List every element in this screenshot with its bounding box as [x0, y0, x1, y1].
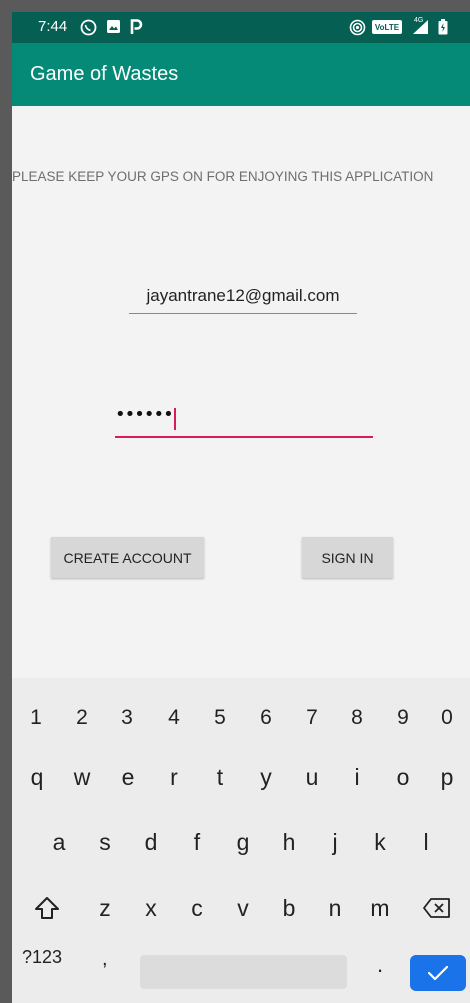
key-n[interactable]: n: [312, 883, 358, 933]
key-q[interactable]: q: [14, 752, 60, 802]
sign-in-button[interactable]: SIGN IN: [302, 537, 393, 578]
password-field[interactable]: ••••••: [115, 404, 373, 438]
key-4[interactable]: 4: [151, 696, 197, 740]
hotspot-icon: [349, 19, 366, 36]
key-o[interactable]: o: [380, 752, 426, 802]
key-0[interactable]: 0: [424, 696, 470, 740]
key-6[interactable]: 6: [243, 696, 289, 740]
key-p[interactable]: p: [424, 752, 470, 802]
password-value: ••••••: [115, 404, 174, 425]
key-u[interactable]: u: [289, 752, 335, 802]
shift-key[interactable]: [22, 884, 72, 932]
text-caret: [173, 408, 176, 430]
key-7[interactable]: 7: [289, 696, 335, 740]
status-bar: 7:44 VoLTE 4G: [12, 12, 470, 43]
paytm-icon: [130, 19, 143, 34]
key-a[interactable]: a: [36, 817, 82, 867]
key-z[interactable]: z: [82, 883, 128, 933]
volte-label: VoLTE: [374, 22, 400, 32]
key-t[interactable]: t: [197, 752, 243, 802]
key-v[interactable]: v: [220, 883, 266, 933]
symbols-key[interactable]: ?123: [22, 947, 62, 968]
battery-icon: [438, 19, 448, 35]
key-w[interactable]: w: [59, 752, 105, 802]
status-time: 7:44: [38, 18, 68, 35]
key-m[interactable]: m: [357, 883, 403, 933]
key-2[interactable]: 2: [59, 696, 105, 740]
soft-keyboard: 1 2 3 4 5 6 7 8 9 0 q w e r t y u i o p …: [12, 678, 470, 1003]
key-r[interactable]: r: [151, 752, 197, 802]
app-title: Game of Wastes: [30, 63, 179, 85]
gallery-icon: [107, 20, 120, 33]
signal-icon: [413, 20, 428, 34]
app-bar: Game of Wastes: [12, 43, 470, 106]
whatsapp-icon: [80, 19, 97, 36]
key-d[interactable]: d: [128, 817, 174, 867]
create-account-button[interactable]: CREATE ACCOUNT: [51, 537, 204, 578]
key-1[interactable]: 1: [13, 696, 59, 740]
key-8[interactable]: 8: [334, 696, 380, 740]
backspace-icon: [423, 898, 450, 918]
email-field[interactable]: jayantrane12@gmail.com: [129, 286, 357, 314]
key-s[interactable]: s: [82, 817, 128, 867]
key-h[interactable]: h: [266, 817, 312, 867]
key-g[interactable]: g: [220, 817, 266, 867]
key-l[interactable]: l: [403, 817, 449, 867]
key-f[interactable]: f: [174, 817, 220, 867]
email-value: jayantrane12@gmail.com: [146, 286, 340, 305]
key-k[interactable]: k: [357, 817, 403, 867]
key-y[interactable]: y: [243, 752, 289, 802]
key-5[interactable]: 5: [197, 696, 243, 740]
phone-screen: 7:44 VoLTE 4G Game of Wastes PLEASE KEEP…: [12, 12, 470, 1003]
volte-icon: VoLTE: [372, 20, 402, 34]
checkmark-icon: [427, 965, 449, 981]
key-x[interactable]: x: [128, 883, 174, 933]
period-key[interactable]: .: [377, 952, 383, 978]
key-3[interactable]: 3: [104, 696, 150, 740]
key-b[interactable]: b: [266, 883, 312, 933]
backspace-key[interactable]: [412, 884, 462, 932]
key-j[interactable]: j: [312, 817, 358, 867]
comma-key[interactable]: ,: [102, 948, 108, 971]
enter-key[interactable]: [410, 955, 466, 991]
key-c[interactable]: c: [174, 883, 220, 933]
shift-icon: [35, 897, 59, 919]
key-e[interactable]: e: [105, 752, 151, 802]
key-9[interactable]: 9: [380, 696, 426, 740]
space-key[interactable]: [140, 955, 347, 989]
key-i[interactable]: i: [334, 752, 380, 802]
gps-notice: PLEASE KEEP YOUR GPS ON FOR ENJOYING THI…: [12, 169, 434, 184]
